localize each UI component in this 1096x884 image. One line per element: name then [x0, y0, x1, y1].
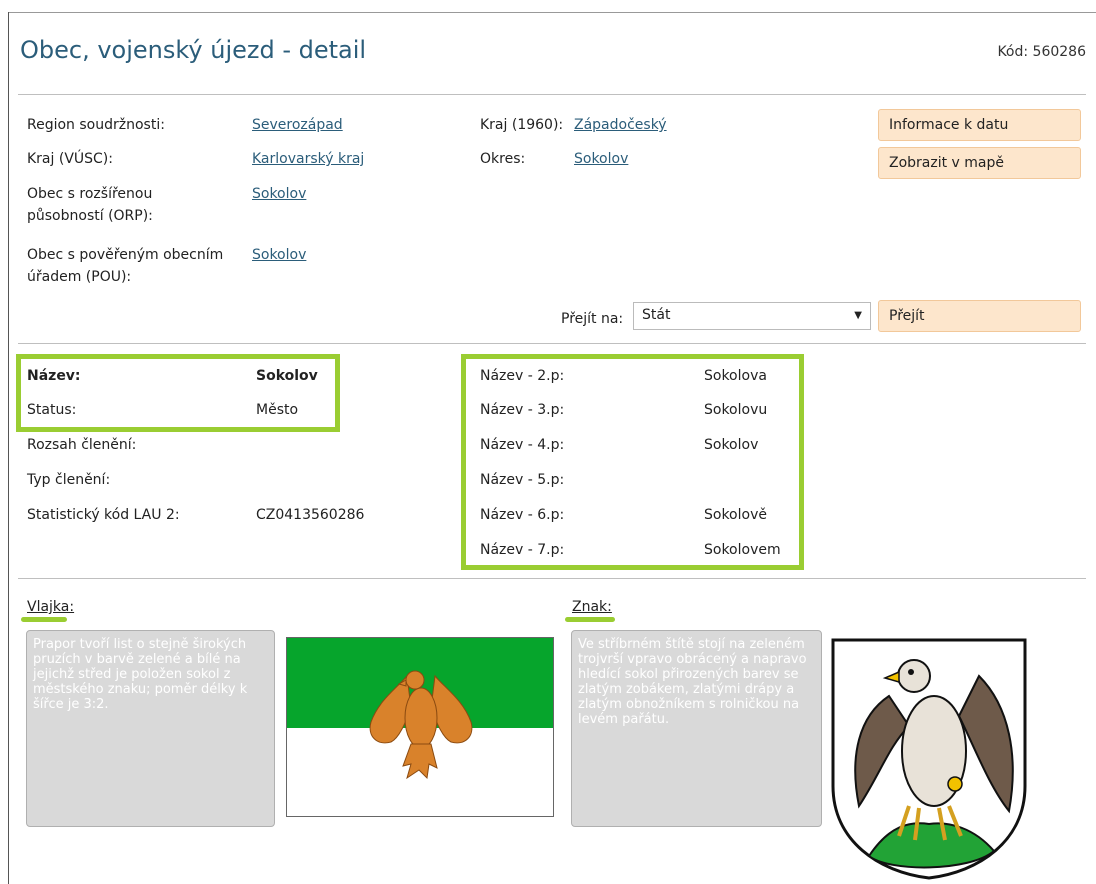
declension-value: Sokolovu [704, 402, 768, 418]
coat-of-arms-icon [831, 638, 1027, 880]
status-label: Status: [27, 402, 77, 418]
declension-label: Název - 3.p: [480, 402, 565, 418]
vusc-link[interactable]: Karlovarský kraj [252, 149, 364, 169]
flag-heading: Vlajka: [27, 599, 75, 615]
orp-link[interactable]: Sokolov [252, 184, 306, 204]
frame-top-border [8, 12, 1096, 13]
declension-value: Sokolov [704, 437, 759, 453]
highlight-box-declension [461, 354, 804, 570]
page-title: Obec, vojenský újezd - detail [20, 36, 367, 64]
region-label: Region soudržnosti: [27, 117, 165, 133]
coat-description: Ve stříbrném štítě stojí na zeleném troj… [571, 630, 822, 827]
divider-bottom [18, 578, 1086, 579]
flag-description: Prapor tvoří list o stejně širokých pruz… [26, 630, 275, 827]
pou-label-line1: Obec s pověřeným obecním [27, 247, 224, 263]
coat-heading: Znak: [572, 599, 612, 615]
orp-label-line1: Obec s rozšířenou [27, 186, 153, 202]
divider-middle [18, 343, 1086, 344]
declension-label: Název - 6.p: [480, 507, 565, 523]
declension-label: Název - 4.p: [480, 437, 565, 453]
nazev-value: Sokolov [256, 368, 318, 384]
declension-value: Sokolovem [704, 542, 781, 558]
divider-top [18, 94, 1086, 95]
lau-label: Statistický kód LAU 2: [27, 507, 180, 523]
flag-image [286, 637, 554, 817]
nazev-label: Název: [27, 368, 81, 384]
declension-label: Název - 5.p: [480, 472, 565, 488]
frame-left-border [8, 12, 9, 884]
dropdown-arrow-icon: ▼ [854, 310, 862, 321]
region-link[interactable]: Severozápad [252, 115, 343, 135]
goto-label: Přejít na: [561, 311, 624, 327]
orp-label-line2: působností (ORP): [27, 208, 153, 224]
typ-label: Typ členění: [27, 472, 111, 488]
okres-link[interactable]: Sokolov [574, 149, 628, 169]
info-date-button[interactable]: Informace k datu [878, 109, 1081, 141]
goto-selected-value: Stát [642, 307, 671, 323]
go-button[interactable]: Přejít [878, 300, 1081, 332]
lau-value: CZ0413560286 [256, 507, 365, 523]
flag-heading-underline [21, 617, 67, 622]
rozsah-label: Rozsah členění: [27, 437, 137, 453]
vusc-label: Kraj (VÚSC): [27, 151, 113, 167]
declension-value: Sokolova [704, 368, 767, 384]
okres-label: Okres: [480, 151, 526, 167]
status-value: Město [256, 402, 299, 418]
municipality-code: Kód: 560286 [997, 44, 1086, 60]
declension-value: Sokolově [704, 507, 767, 523]
show-map-button[interactable]: Zobrazit v mapě [878, 147, 1081, 179]
falcon-icon [369, 670, 473, 780]
kraj1960-link[interactable]: Západočeský [574, 115, 667, 135]
pou-link[interactable]: Sokolov [252, 245, 306, 265]
coat-heading-underline [565, 617, 615, 622]
declension-label: Název - 2.p: [480, 368, 565, 384]
pou-label-line2: úřadem (POU): [27, 269, 132, 285]
goto-select[interactable]: Stát ▼ [633, 302, 871, 330]
kraj1960-label: Kraj (1960): [480, 117, 564, 133]
declension-label: Název - 7.p: [480, 542, 565, 558]
